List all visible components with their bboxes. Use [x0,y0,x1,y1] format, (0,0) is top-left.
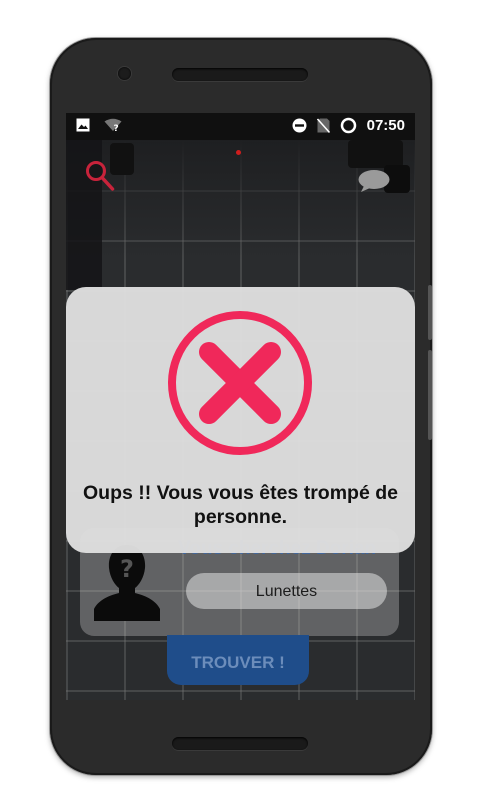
wifi-unknown-icon: ? [104,118,122,132]
error-message: Oups !! Vous vous êtes trompé de personn… [83,482,398,528]
loading-ring-icon [340,117,356,134]
clue-label: Lunettes [255,583,318,600]
front-camera [118,67,131,80]
volume-button [428,350,432,440]
search-icon[interactable] [85,160,115,192]
power-button [428,285,432,340]
image-icon [76,118,90,132]
top-speaker [172,68,308,81]
bottom-speaker [172,737,308,750]
camera-red-dot [236,150,241,155]
no-sim-icon [316,118,330,133]
error-dialog: Oups !! Vous vous êtes trompé de personn… [66,287,415,553]
unknown-person-icon: ? [94,545,160,621]
status-time: 07:50 [366,117,405,134]
svg-text:?: ? [120,555,134,583]
camera-feet-right [348,140,403,168]
find-button[interactable]: TROUVER ! [167,635,309,685]
close-icon [168,311,312,455]
do-not-disturb-icon [292,118,307,133]
screen: ? 07:50 ? Vous cherche [66,113,415,700]
chat-icon[interactable] [357,169,391,193]
status-bar: ? 07:50 [66,113,415,140]
svg-text:?: ? [114,124,119,132]
